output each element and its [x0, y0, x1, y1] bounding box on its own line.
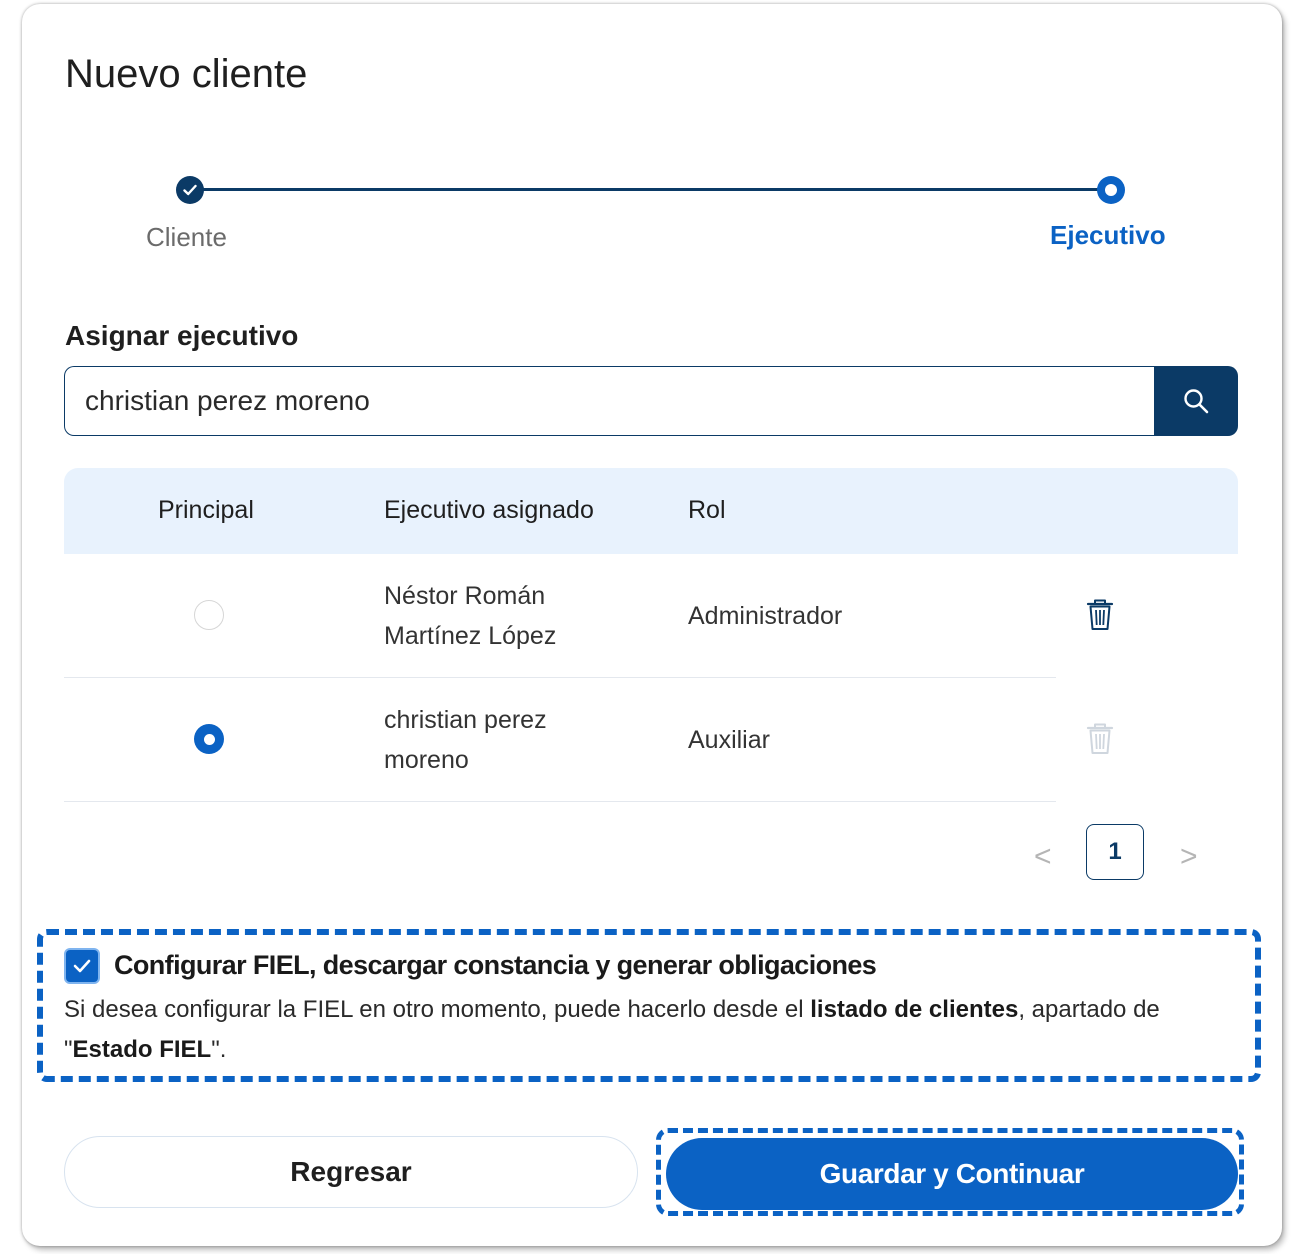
step-label-ejecutivo[interactable]: Ejecutivo: [1050, 220, 1166, 251]
check-icon: [183, 184, 197, 196]
search-icon: [1184, 389, 1209, 414]
executive-name: Néstor Román Martínez López: [384, 576, 624, 656]
fiel-text-bold: listado de clientes: [810, 996, 1019, 1023]
back-button[interactable]: Regresar: [64, 1136, 638, 1208]
search-button[interactable]: [1154, 366, 1238, 436]
fiel-checkbox[interactable]: [66, 950, 98, 982]
check-icon: [73, 959, 91, 973]
executive-search-input[interactable]: [64, 366, 1156, 436]
principal-radio[interactable]: [194, 724, 224, 754]
save-and-continue-button[interactable]: Guardar y Continuar: [666, 1138, 1238, 1210]
step-ejecutivo-active-marker[interactable]: [1097, 176, 1125, 204]
fiel-text-bold: Estado FIEL: [72, 1036, 212, 1063]
pagination-prev-button[interactable]: <: [1034, 840, 1052, 874]
step-cliente-completed-marker[interactable]: [176, 176, 204, 204]
modal-title: Nuevo cliente: [65, 52, 308, 96]
stepper-progress-line: [190, 188, 1112, 191]
executive-name: christian perez moreno: [384, 700, 624, 780]
executive-name-line: moreno: [384, 746, 469, 774]
executive-name-line: Martínez López: [384, 622, 557, 650]
executive-search-bar: [64, 366, 1238, 436]
trash-icon[interactable]: [1086, 598, 1114, 632]
step-label-cliente[interactable]: Cliente: [146, 222, 227, 253]
fiel-text-quote: ".: [211, 1036, 227, 1063]
fiel-text-part: Si desea configurar la FIEL en otro mome…: [64, 996, 811, 1023]
trash-icon: [1086, 723, 1114, 754]
fiel-text-part: , apartado de: [1018, 996, 1160, 1023]
executive-role: Administrador: [688, 602, 843, 630]
assign-executive-heading: Asignar ejecutivo: [65, 320, 299, 351]
table-row: Néstor Román Martínez López Administrado…: [64, 554, 1056, 678]
principal-radio[interactable]: [194, 600, 224, 630]
executive-name-line: Néstor Román: [384, 582, 546, 610]
header-role: Rol: [688, 496, 726, 524]
fiel-checkbox-label[interactable]: Configurar FIEL, descargar constancia y …: [114, 950, 877, 981]
new-client-modal: Nuevo cliente Cliente Ejecutivo Asignar …: [22, 4, 1282, 1246]
pagination-next-button[interactable]: >: [1180, 840, 1198, 874]
table-row: christian perez moreno Auxiliar: [64, 678, 1056, 802]
executive-role: Auxiliar: [688, 726, 770, 754]
fiel-help-text: Si desea configurar la FIEL en otro mome…: [64, 990, 1214, 1070]
fiel-text-quote: ": [64, 1036, 73, 1063]
executive-name-line: christian perez: [384, 706, 547, 734]
radio-selected-dot: [203, 733, 215, 745]
pagination-page-button[interactable]: 1: [1086, 824, 1144, 880]
header-principal: Principal: [158, 496, 254, 524]
executives-table-header: Principal Ejecutivo asignado Rol: [64, 468, 1238, 554]
header-assigned-executive: Ejecutivo asignado: [384, 496, 594, 524]
step-active-inner-dot: [1105, 184, 1117, 196]
